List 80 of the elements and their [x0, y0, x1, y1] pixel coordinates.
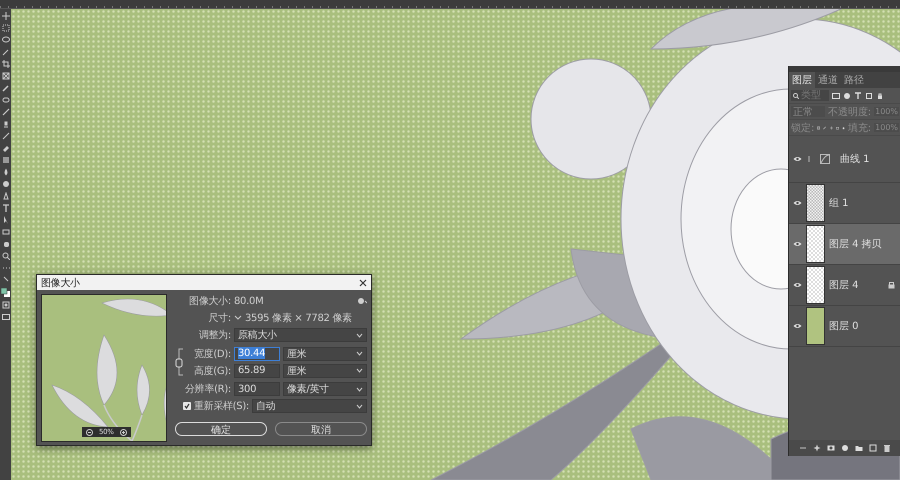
input-field[interactable]: 30.44	[234, 346, 280, 360]
eye-icon[interactable]	[793, 282, 802, 288]
checkbox[interactable]	[182, 402, 191, 410]
move-icon[interactable]	[830, 124, 833, 132]
screen-mode-icon[interactable]	[2, 313, 10, 321]
panel-tab[interactable]: 通道	[815, 72, 841, 88]
crop-icon[interactable]	[2, 60, 10, 68]
layer-row[interactable]: 曲线 1	[789, 136, 900, 183]
image-size-value: 80.0M	[234, 296, 264, 306]
chevron-icon	[356, 368, 363, 373]
zoom-out-icon[interactable]	[86, 428, 93, 436]
mask-icon[interactable]	[827, 444, 835, 452]
square-icon[interactable]	[865, 92, 873, 100]
search-icon	[793, 92, 799, 98]
field-label: 分辨率(R):	[184, 382, 231, 396]
quick-mask-icon[interactable]	[2, 301, 10, 309]
ok-button[interactable]: 确定	[175, 422, 267, 436]
circle-icon[interactable]	[841, 444, 849, 452]
layer-name: 曲线 1	[840, 152, 870, 166]
layer-thumbnail	[806, 266, 825, 304]
input-field[interactable]: 300	[234, 382, 280, 396]
text-icon[interactable]	[2, 204, 10, 212]
image-icon[interactable]	[832, 92, 840, 100]
eye-icon[interactable]	[793, 200, 802, 206]
eye-icon[interactable]	[793, 241, 802, 247]
image-size-label: 图像大小:	[188, 294, 231, 308]
close-icon[interactable]	[359, 278, 367, 286]
sparkle-icon[interactable]	[813, 444, 821, 452]
resample-label: 重新采样(S):	[194, 400, 249, 413]
layer-name: 组 1	[829, 197, 849, 210]
move-icon[interactable]	[2, 12, 10, 20]
text-icon[interactable]	[854, 92, 862, 100]
unit-dropdown[interactable]: 厘米	[283, 364, 367, 378]
layer-name: 图层 0	[829, 320, 859, 333]
circle-icon[interactable]	[843, 92, 851, 100]
dimensions-value: 3595 像素 × 7782 像素	[245, 312, 352, 325]
unit-dropdown[interactable]: 厘米	[283, 346, 367, 360]
input-field[interactable]: 65.89	[234, 364, 280, 378]
drop-icon[interactable]	[2, 168, 10, 176]
chevron-icon	[356, 351, 363, 356]
unit-dropdown[interactable]: 像素/英寸	[283, 382, 367, 396]
eye-icon[interactable]	[793, 156, 802, 162]
eye-icon[interactable]	[793, 323, 802, 329]
trash-icon[interactable]	[883, 444, 891, 452]
layer-row[interactable]: 图层 4 拷贝	[789, 224, 900, 265]
chevron-icon	[356, 404, 363, 408]
dimensions-label: 尺寸:	[208, 312, 231, 325]
check-icon	[184, 403, 190, 409]
rectangle-icon[interactable]	[2, 228, 10, 236]
cancel-button[interactable]: 取消	[275, 422, 367, 436]
chevron-icon	[356, 332, 363, 338]
field-label: 高度(G):	[192, 364, 231, 378]
chevron-icon[interactable]	[234, 315, 242, 321]
layer-row[interactable]: 图层 4	[789, 265, 900, 306]
field-label: 宽度(D):	[192, 348, 231, 360]
layer-name: 图层 4 拷贝	[829, 238, 882, 251]
frame-icon[interactable]	[2, 72, 10, 80]
panel-tab[interactable]: 路径	[841, 72, 867, 88]
fit-to-label: 调整为:	[198, 328, 231, 342]
marquee-icon[interactable]	[2, 24, 10, 32]
resample-dropdown[interactable]: 自动	[252, 399, 367, 413]
layer-thumbnail	[806, 225, 825, 263]
zoom-in-icon[interactable]	[120, 428, 127, 436]
new-layer-icon[interactable]	[869, 444, 877, 452]
chevron-icon	[356, 386, 363, 392]
stamp-icon[interactable]	[2, 120, 10, 128]
lasso-icon[interactable]	[2, 36, 10, 44]
layer-name: 图层 4	[829, 279, 859, 292]
pointer-icon[interactable]	[2, 216, 10, 224]
dialog-title: 图像大小	[41, 276, 80, 290]
layer-thumbnail	[806, 184, 825, 222]
zoom-icon[interactable]	[2, 252, 10, 260]
layer-thumbnail	[806, 307, 825, 345]
panel-tab[interactable]: 图层	[789, 72, 815, 88]
color-swatches-icon[interactable]	[1, 288, 10, 297]
eraser-icon[interactable]	[2, 144, 10, 152]
fit-to-dropdown[interactable]: 原稿大小	[234, 328, 367, 342]
folder-icon[interactable]	[855, 444, 863, 452]
lock-icon[interactable]	[876, 92, 884, 100]
layer-row[interactable]: 图层 0	[789, 306, 900, 347]
